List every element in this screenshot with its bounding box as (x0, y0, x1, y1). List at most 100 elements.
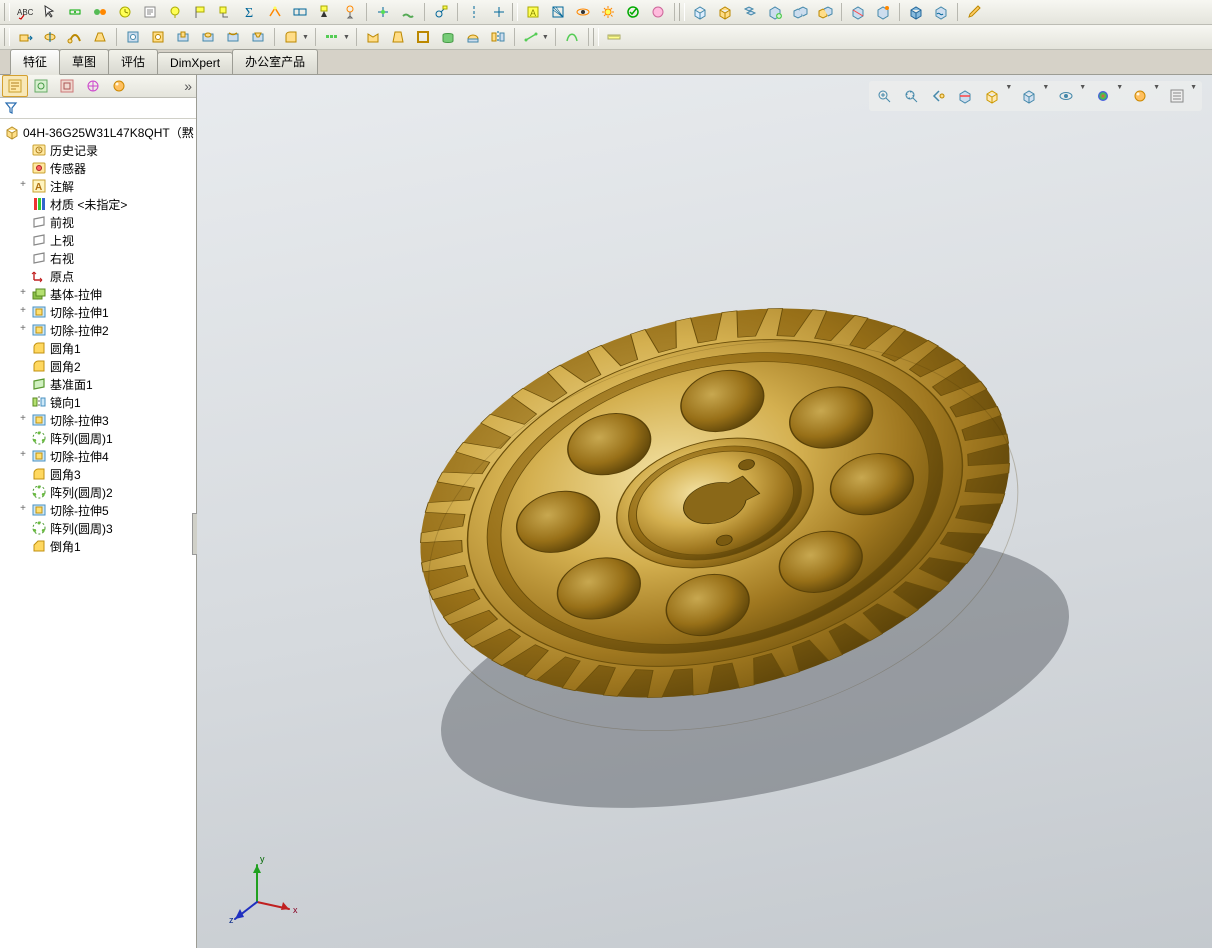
tree-item[interactable]: 镜向1 (0, 393, 196, 411)
tb-eye-icon[interactable] (571, 0, 595, 24)
toolbar-grip[interactable] (512, 3, 518, 21)
tree-item[interactable]: 阵列(圆周)2 (0, 483, 196, 501)
tree-item[interactable]: 基准面1 (0, 375, 196, 393)
tree-item[interactable]: 阵列(圆周)3 (0, 519, 196, 537)
vt-appearance[interactable] (1091, 84, 1115, 108)
tree-item[interactable]: +切除-拉伸4 (0, 447, 196, 465)
tb-dimension[interactable] (63, 0, 87, 24)
tb-sun-icon[interactable] (596, 0, 620, 24)
tree-item[interactable]: 圆角2 (0, 357, 196, 375)
tab-sketch[interactable]: 草图 (59, 49, 109, 74)
manager-tab-dimx[interactable] (80, 75, 106, 97)
vt-hideshow[interactable] (1054, 84, 1078, 108)
tb-note-icon[interactable] (138, 0, 162, 24)
tree-item[interactable]: +A注解 (0, 177, 196, 195)
tb-cube-multi[interactable] (788, 0, 812, 24)
tb-cut-sweep[interactable] (221, 25, 245, 49)
vt-vieworient[interactable] (980, 84, 1004, 108)
tb-ext-icon[interactable] (13, 25, 37, 49)
tb-caterpillar[interactable] (396, 0, 420, 24)
tree-item[interactable]: +基体-拉伸 (0, 285, 196, 303)
toolbar-grip[interactable] (679, 3, 685, 21)
tb-draft[interactable] (386, 25, 410, 49)
tree-item[interactable]: 圆角3 (0, 465, 196, 483)
tb-target-icon[interactable] (338, 0, 362, 24)
tb-circle-check[interactable] (621, 0, 645, 24)
tb-color-balloons[interactable] (88, 0, 112, 24)
tb-centerline[interactable] (462, 0, 486, 24)
vt-zoomarea[interactable] (899, 84, 923, 108)
tree-item[interactable]: 上视 (0, 231, 196, 249)
manager-tab-props[interactable] (28, 75, 54, 97)
tb-dome[interactable] (461, 25, 485, 49)
tb-balloon-pink[interactable] (646, 0, 670, 24)
manager-tab-tree[interactable] (2, 75, 28, 97)
tree-item[interactable]: 前视 (0, 213, 196, 231)
vt-displaystyle[interactable] (1017, 84, 1041, 108)
tab-features[interactable]: 特征 (10, 49, 60, 75)
toolbar-grip[interactable] (4, 3, 10, 21)
toolbar-grip[interactable] (4, 28, 10, 46)
tb-cubes-stack[interactable] (738, 0, 762, 24)
tb-cube-multi2[interactable] (813, 0, 837, 24)
tree-item[interactable]: +切除-拉伸2 (0, 321, 196, 339)
tb-shell[interactable] (411, 25, 435, 49)
tb-select[interactable] (38, 0, 62, 24)
tb-cube-merge[interactable] (871, 0, 895, 24)
tab-dimxpert[interactable]: DimXpert (157, 52, 233, 74)
manager-tab-config[interactable] (54, 75, 80, 97)
tb-cut-loft[interactable] (246, 25, 270, 49)
tb-curve[interactable] (560, 25, 584, 49)
tree-item[interactable]: 历史记录 (0, 141, 196, 159)
tb-flag-icon[interactable] (188, 0, 212, 24)
tree-root[interactable]: 04H-36G25W31L47K8QHT（黙 (0, 123, 196, 141)
tb-sweep-icon[interactable] (63, 25, 87, 49)
tb-area-hatch[interactable] (546, 0, 570, 24)
tb-balloon-icon[interactable] (163, 0, 187, 24)
tb-fillet[interactable] (279, 25, 303, 49)
tab-office[interactable]: 办公室产品 (232, 49, 318, 74)
tb-mirror[interactable] (486, 25, 510, 49)
tb-cube-amber[interactable] (713, 0, 737, 24)
tb-clock-icon[interactable] (113, 0, 137, 24)
manager-flyout-chevron[interactable]: » (184, 78, 192, 94)
manager-tab-display[interactable] (106, 75, 132, 97)
tb-pencil-icon[interactable] (962, 0, 986, 24)
tb-cut-ext[interactable] (171, 25, 195, 49)
tree-item[interactable]: 阵列(圆周)1 (0, 429, 196, 447)
tb-cube-wave[interactable] (929, 0, 953, 24)
tb-block-icon[interactable]: A (521, 0, 545, 24)
tb-rev-icon[interactable] (38, 25, 62, 49)
tb-datum-feature[interactable] (313, 0, 337, 24)
tb-cube-solid[interactable] (904, 0, 928, 24)
toolbar-grip[interactable] (593, 28, 599, 46)
tb-gtol-icon[interactable] (288, 0, 312, 24)
vt-settings[interactable] (1165, 84, 1189, 108)
tb-measure-icon[interactable] (602, 25, 626, 49)
tb-cube-cut[interactable] (846, 0, 870, 24)
tree-item[interactable]: 传感器 (0, 159, 196, 177)
tb-finish-icon[interactable] (263, 0, 287, 24)
tb-cube-light[interactable] (688, 0, 712, 24)
tb-wrap[interactable] (436, 25, 460, 49)
tab-evaluate[interactable]: 评估 (108, 49, 158, 74)
tb-spellcheck[interactable]: ABC (13, 0, 37, 24)
tb-hole-wizard[interactable] (121, 25, 145, 49)
vt-scene[interactable] (1128, 84, 1152, 108)
tree-item[interactable]: 原点 (0, 267, 196, 285)
tb-loft-icon[interactable] (88, 25, 112, 49)
tree-item[interactable]: 圆角1 (0, 339, 196, 357)
tb-datum-icon[interactable] (213, 0, 237, 24)
tb-centermark[interactable] (487, 0, 511, 24)
graphics-view[interactable]: ▼ ▼ ▼ ▼ ▼ ▼ (197, 75, 1212, 948)
tb-weld-icon[interactable] (371, 0, 395, 24)
tb-refgeo[interactable] (519, 25, 543, 49)
tb-sigma-icon[interactable]: Σ (238, 0, 262, 24)
tree-item[interactable]: +切除-拉伸5 (0, 501, 196, 519)
tb-cut-rev[interactable] (196, 25, 220, 49)
tree-item[interactable]: +切除-拉伸3 (0, 411, 196, 429)
tb-hole-simple[interactable] (146, 25, 170, 49)
tb-pattern-linear[interactable] (320, 25, 344, 49)
tree-item[interactable]: +切除-拉伸1 (0, 303, 196, 321)
tree-item[interactable]: 右视 (0, 249, 196, 267)
